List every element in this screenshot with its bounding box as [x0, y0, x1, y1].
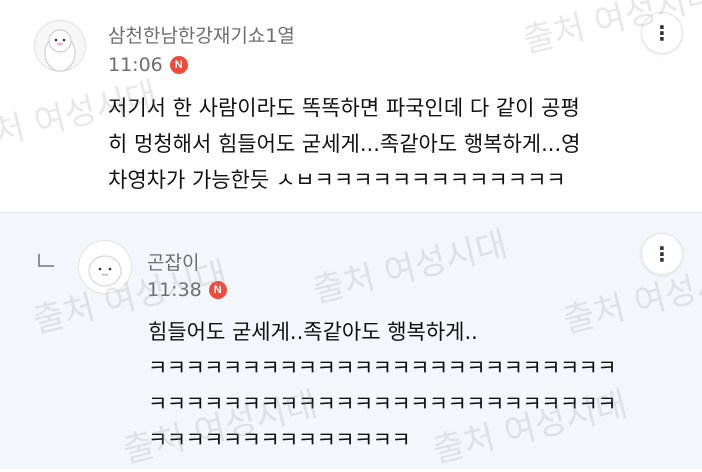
author-name[interactable]: 삼천한남한강재기쇼1열: [108, 21, 295, 48]
author-name[interactable]: 곤잡이: [147, 248, 199, 275]
comment-line: ㅋㅋㅋㅋㅋㅋㅋㅋㅋㅋㅋㅋㅋㅋㅋㅋㅋㅋㅋㅋㅋㅋㅋㅋㅋ: [148, 392, 617, 416]
comment-line: 힘들어도 굳세게..족같아도 행복하게..: [148, 320, 478, 344]
more-vertical-icon: ⋮: [652, 242, 672, 266]
timestamp-row: 11:06 N: [108, 54, 188, 76]
more-options-button[interactable]: ⋮: [641, 12, 683, 54]
white-blob-avatar-icon[interactable]: [78, 240, 132, 294]
comment-line: 히 멍청해서 힘들어도 굳세게...족같아도 행복하게...영: [108, 132, 581, 156]
comment-body: 저기서 한 사람이라도 똑똑하면 파국인데 다 같이 공평 히 멍청해서 힘들어…: [108, 90, 580, 198]
comment-line: ㅋㅋㅋㅋㅋㅋㅋㅋㅋㅋㅋㅋㅋㅋ: [148, 428, 411, 452]
comment-line: ㅋㅋㅋㅋㅋㅋㅋㅋㅋㅋㅋㅋㅋㅋㅋㅋㅋㅋㅋㅋㅋㅋㅋㅋㅋ: [148, 356, 617, 380]
reply-arrow-icon: [38, 254, 54, 267]
comment-body: 힘들어도 굳세게..족같아도 행복하게.. ㅋㅋㅋㅋㅋㅋㅋㅋㅋㅋㅋㅋㅋㅋㅋㅋㅋㅋ…: [148, 314, 617, 458]
timestamp: 11:06: [108, 54, 163, 76]
timestamp: 11:38: [147, 279, 202, 301]
comment-1: 삼천한남한강재기쇼1열 11:06 N ⋮ 저기서 한 사람이라도 똑똑하면 파…: [0, 0, 702, 212]
penguin-avatar-icon[interactable]: [34, 20, 86, 72]
new-badge: N: [169, 56, 188, 74]
comment-line: 저기서 한 사람이라도 똑똑하면 파국인데 다 같이 공평: [108, 96, 580, 120]
more-vertical-icon: ⋮: [652, 21, 672, 45]
more-options-button[interactable]: ⋮: [641, 233, 683, 275]
comment-line: 차영차가 가능한듯 ㅅㅂㅋㅋㅋㅋㅋㅋㅋㅋㅋㅋㅋㅋㅋ: [108, 168, 566, 192]
new-badge: N: [208, 281, 227, 299]
timestamp-row: 11:38 N: [147, 279, 227, 301]
